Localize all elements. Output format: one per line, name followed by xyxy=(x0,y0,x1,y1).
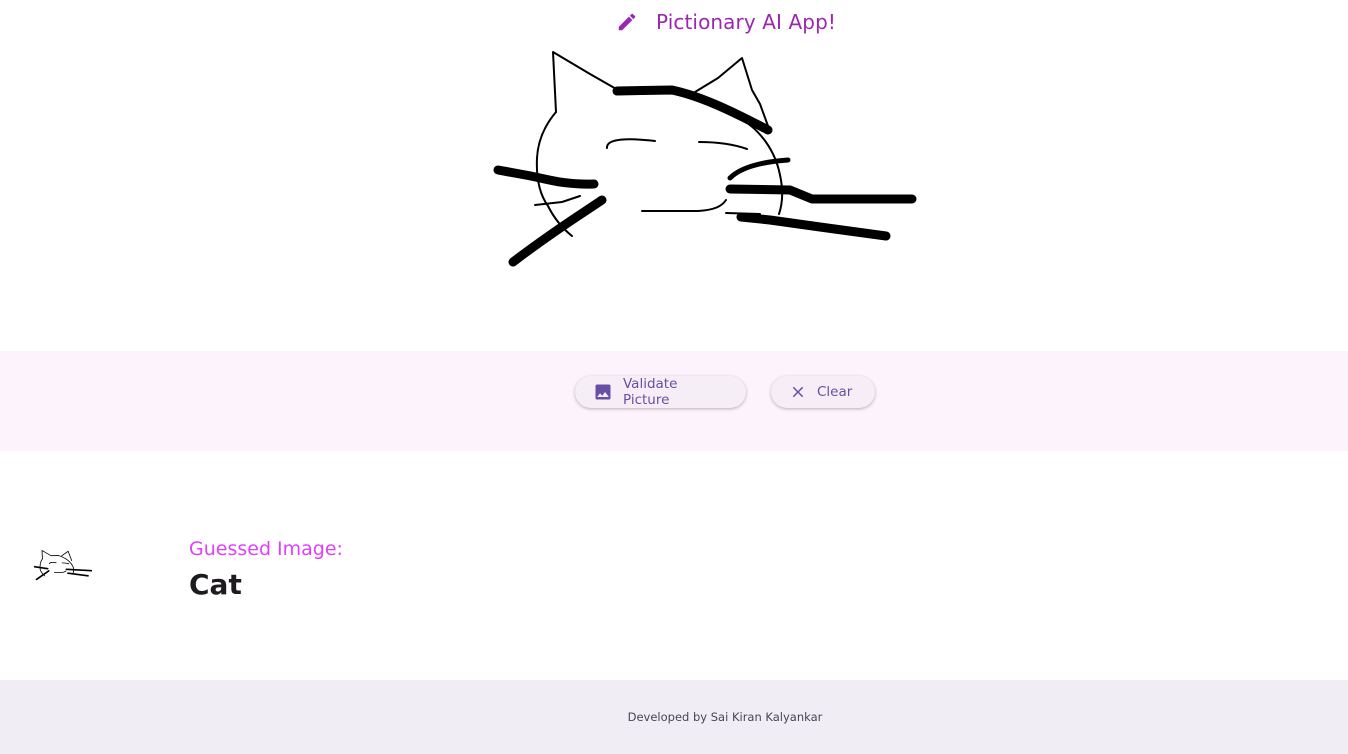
clear-label: Clear xyxy=(817,384,853,400)
image-icon xyxy=(593,382,613,402)
close-icon xyxy=(789,383,807,401)
app-title: Pictionary AI App! xyxy=(656,10,836,34)
result-panel: Guessed Image: Cat xyxy=(0,451,1348,680)
footer-credit: Developed by Sai Kiran Kalyankar xyxy=(627,710,823,724)
drawing-canvas[interactable] xyxy=(0,44,1348,351)
action-bar: Validate Picture Clear xyxy=(0,351,1348,451)
footer: Developed by Sai Kiran Kalyankar xyxy=(0,680,1348,754)
cat-sketch xyxy=(493,51,917,267)
app-header: Pictionary AI App! xyxy=(0,0,1348,44)
drawing-thumbnail xyxy=(34,549,92,581)
pencil-icon xyxy=(616,11,638,33)
validate-picture-label: Validate Picture xyxy=(623,376,678,408)
validate-picture-button[interactable]: Validate Picture xyxy=(575,376,746,408)
app-header-content: Pictionary AI App! xyxy=(616,10,836,34)
guessed-image-value: Cat xyxy=(189,568,242,601)
clear-button[interactable]: Clear xyxy=(771,376,875,408)
guessed-image-label: Guessed Image: xyxy=(189,538,343,560)
